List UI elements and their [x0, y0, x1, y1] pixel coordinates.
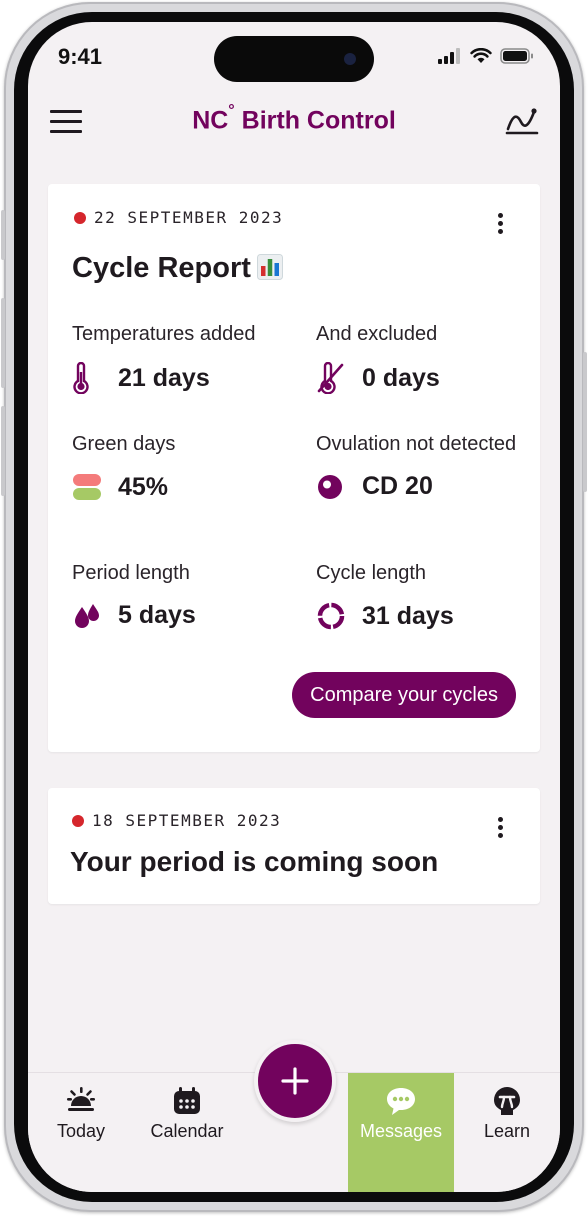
compare-cycles-button[interactable]: Compare your cycles — [292, 672, 516, 718]
wifi-icon — [470, 48, 492, 63]
dot — [497, 213, 503, 218]
stat-ovulation: Ovulation not detected CD 20 — [316, 430, 526, 501]
stat-value: 31 days — [362, 601, 454, 630]
nav-messages[interactable]: Messages — [348, 1073, 454, 1192]
graph-trend-icon — [505, 108, 539, 135]
cellular-signal-icon — [438, 48, 460, 64]
card-title: Cycle Report — [72, 252, 283, 288]
sunrise-icon — [28, 1085, 134, 1117]
app-screen: 9:41 NC° Birth Control 22 SEPTEMBER 2023… — [28, 22, 560, 1192]
stat-value-row: 0 days — [316, 362, 526, 394]
stat-temperatures-added: Temperatures added 21 days — [72, 320, 282, 394]
stat-value: 21 days — [118, 363, 210, 392]
dot — [497, 825, 503, 830]
calendar-icon — [134, 1085, 240, 1117]
stat-value-row: 31 days — [316, 601, 526, 631]
stat-label: Green days — [72, 433, 176, 455]
stat-value-row: 45% — [72, 472, 282, 502]
nav-label: Messages — [359, 1121, 443, 1141]
green-red-days-icon — [72, 472, 108, 502]
more-options-button[interactable] — [490, 210, 510, 240]
stat-value-row: 21 days — [72, 362, 282, 394]
stat-period-length: Period length 5 days — [72, 559, 282, 630]
dot — [497, 817, 503, 822]
graph-button[interactable] — [504, 102, 540, 138]
more-options-button[interactable] — [490, 814, 510, 844]
status-time: 9:41 — [58, 44, 103, 69]
stat-value-row: CD 20 — [316, 472, 526, 501]
chat-bubble-icon — [348, 1085, 454, 1117]
cycle-report-card[interactable]: 22 SEPTEMBER 2023 Cycle Report Temperatu… — [48, 184, 540, 752]
brand-degree: ° — [228, 102, 235, 119]
nav-label: Calendar — [150, 1121, 224, 1141]
nav-calendar[interactable]: Calendar — [134, 1073, 240, 1192]
stat-green-days: Green days 45% — [72, 430, 282, 502]
stat-label: Ovulation not detected — [316, 433, 517, 455]
stat-value-row: 5 days — [72, 601, 282, 630]
dot — [497, 833, 503, 838]
app-header: NC° Birth Control — [28, 100, 560, 144]
stat-value: CD 20 — [362, 472, 433, 500]
brand-name: Birth Control — [234, 106, 396, 135]
stat-label: And excluded — [316, 323, 438, 345]
brand-logo: NC° Birth Control — [28, 102, 560, 135]
cycle-ring-icon — [316, 601, 352, 631]
card-date: 18 SEPTEMBER 2023 — [92, 811, 282, 830]
nav-learn[interactable]: Learn — [454, 1073, 560, 1192]
nav-label: Today — [56, 1121, 106, 1141]
plus-icon — [281, 1067, 309, 1095]
volume-down-button — [1, 406, 5, 496]
camera-lens — [344, 53, 356, 65]
card-title-text: Cycle Report — [72, 252, 251, 284]
card-title: Your period is coming soon — [70, 846, 439, 877]
power-button — [583, 352, 587, 492]
unread-dot — [72, 815, 84, 827]
learn-icon — [454, 1085, 560, 1117]
thermometer-icon — [72, 362, 108, 394]
stat-excluded: And excluded 0 days — [316, 320, 526, 394]
period-reminder-card[interactable]: 18 SEPTEMBER 2023 Your period is coming … — [48, 788, 540, 904]
dot — [497, 229, 503, 234]
nav-label: Learn — [483, 1121, 531, 1141]
dot — [497, 221, 503, 226]
stat-value: 45% — [118, 472, 169, 501]
stat-value: 5 days — [118, 601, 196, 629]
card-date: 22 SEPTEMBER 2023 — [94, 208, 284, 227]
stat-label: Cycle length — [316, 562, 427, 584]
blood-drops-icon — [72, 602, 108, 630]
stat-value: 0 days — [362, 363, 440, 392]
stat-label: Temperatures added — [72, 323, 256, 345]
add-data-fab[interactable] — [254, 1040, 336, 1122]
volume-up-button — [1, 298, 5, 388]
status-icons — [438, 48, 534, 64]
stat-label: Period length — [72, 562, 190, 584]
unread-dot — [74, 212, 86, 224]
stat-cycle-length: Cycle length 31 days — [316, 559, 526, 631]
nav-today[interactable]: Today — [28, 1073, 134, 1192]
dynamic-island — [214, 36, 374, 82]
bar-chart-icon — [256, 254, 283, 288]
mute-switch — [1, 210, 5, 260]
brand-prefix: NC — [192, 106, 229, 135]
thermometer-excluded-icon — [316, 362, 352, 394]
ovulation-icon — [316, 473, 352, 501]
battery-icon — [500, 48, 533, 64]
